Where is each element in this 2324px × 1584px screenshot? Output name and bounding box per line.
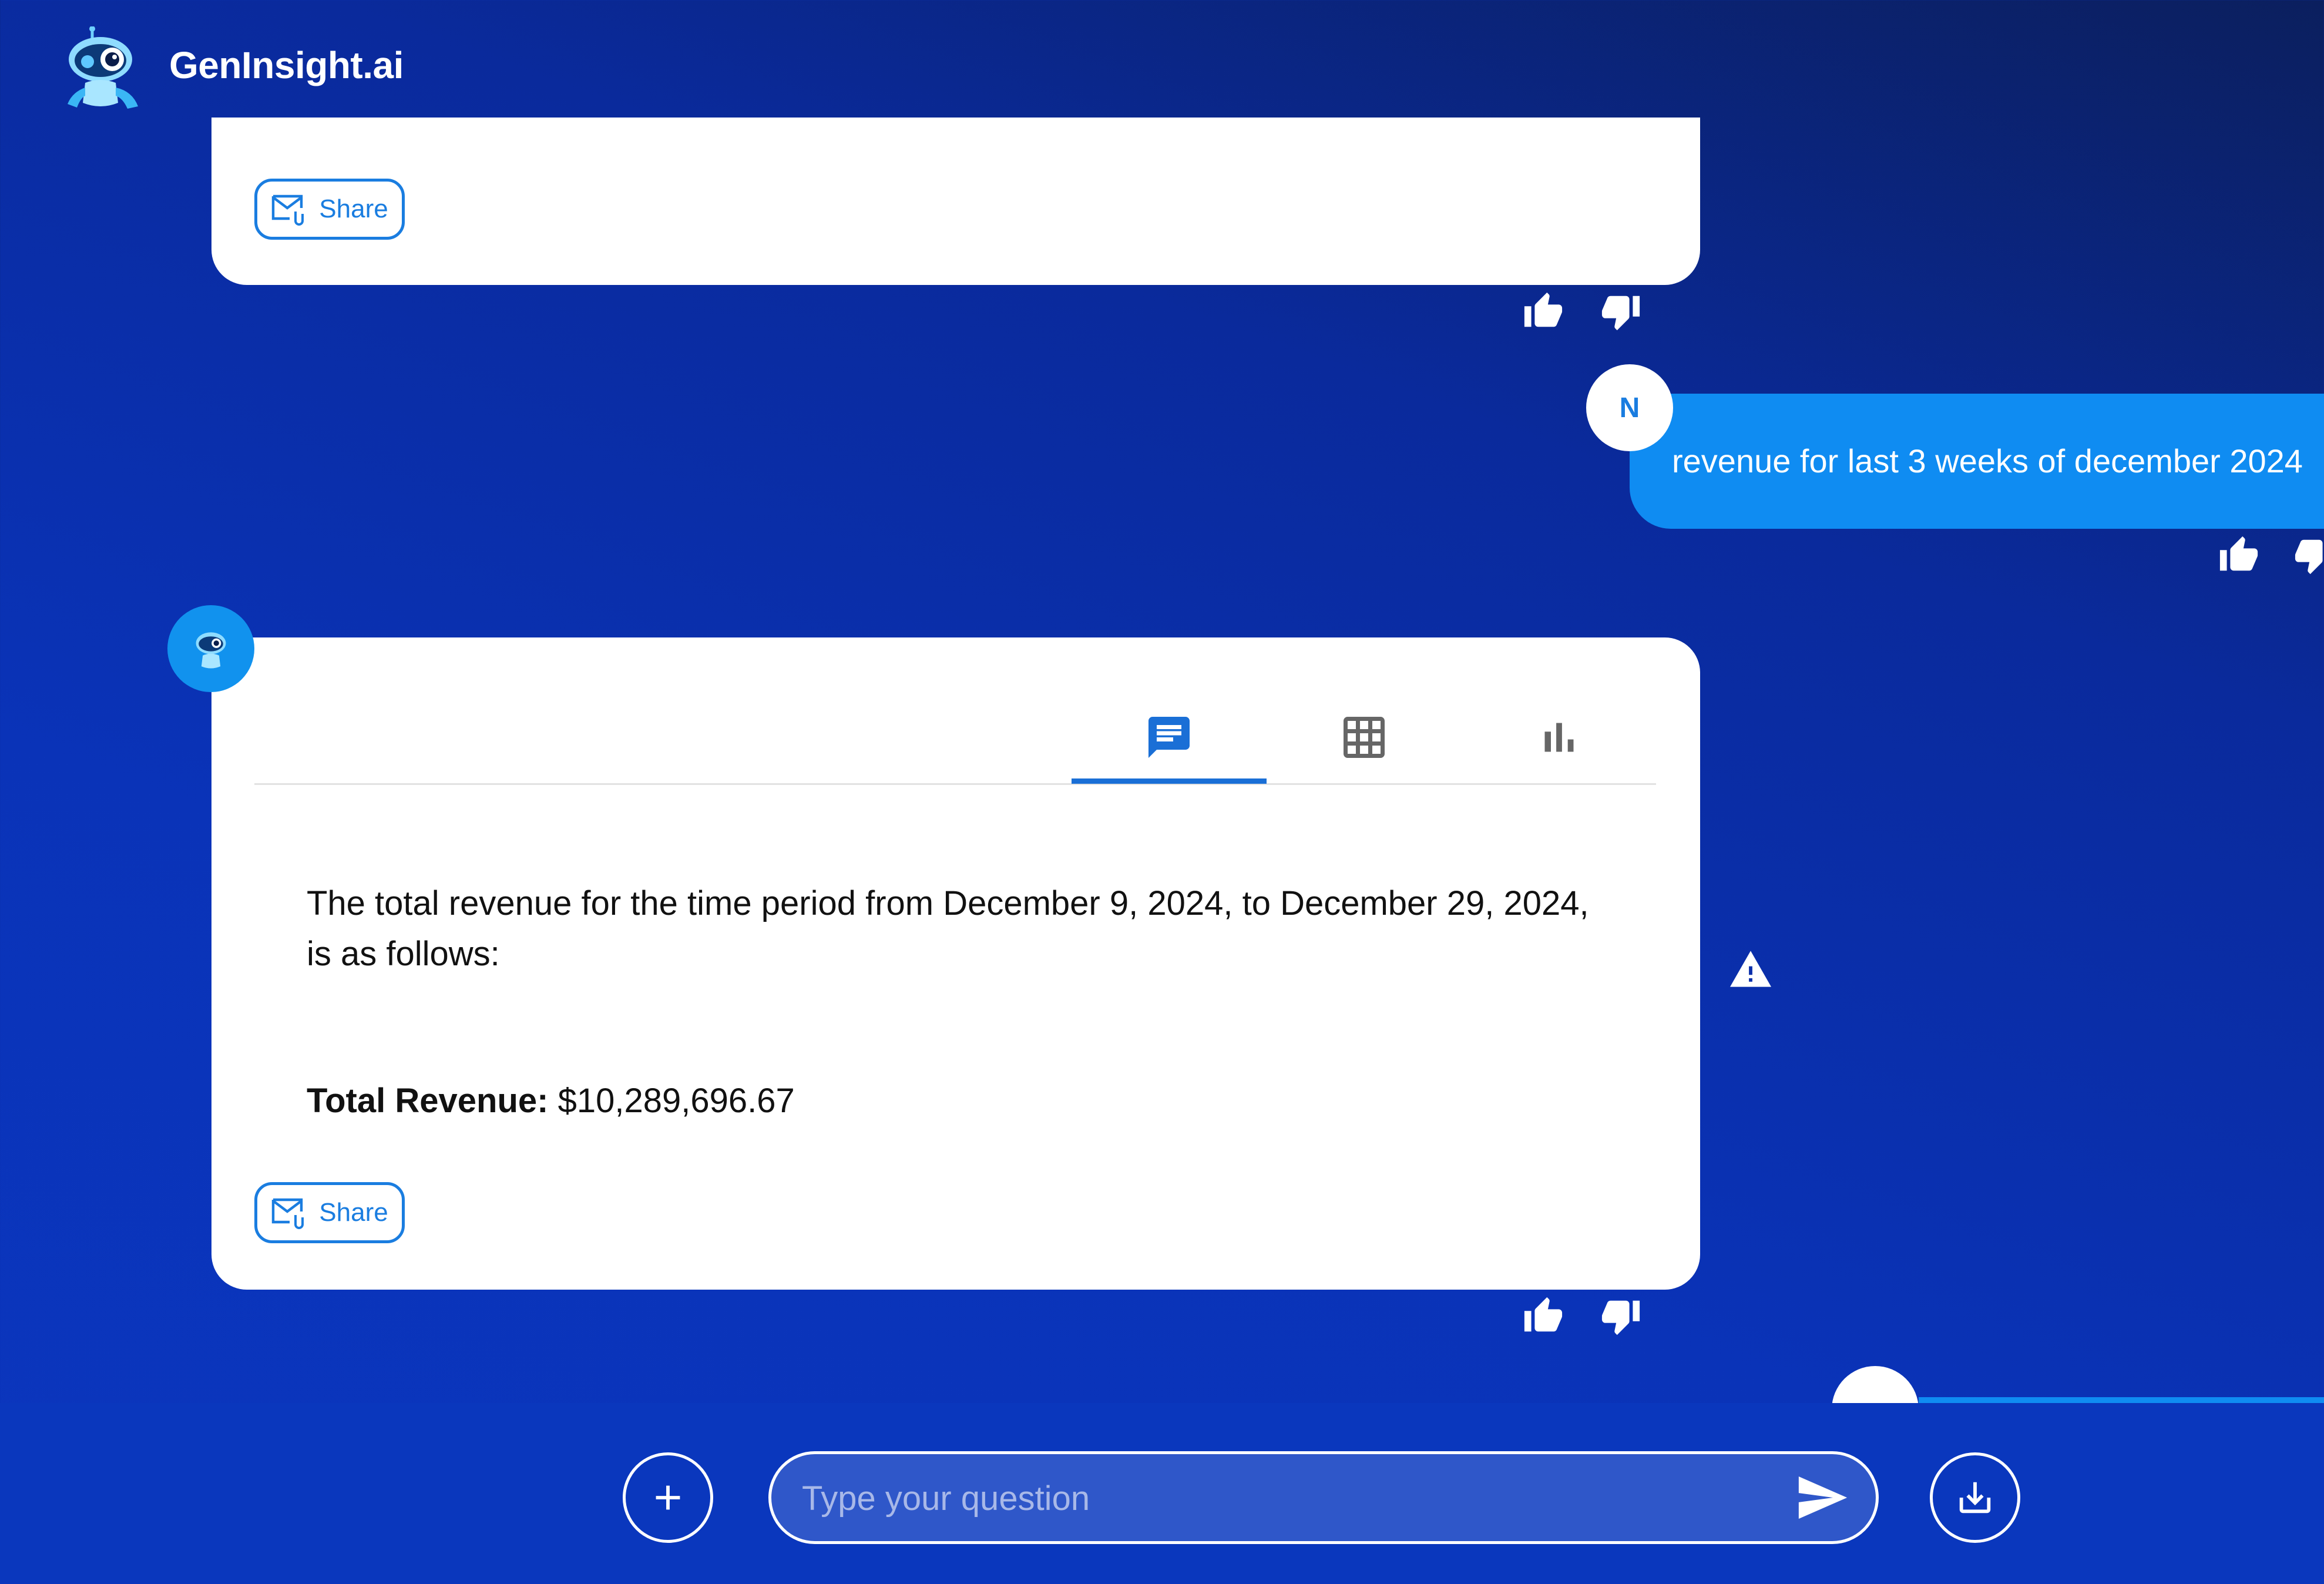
bar-chart-icon: [1544, 723, 1574, 752]
question-input-container: [768, 1451, 1879, 1544]
robot-logo-icon: [62, 26, 144, 115]
total-revenue-label: Total Revenue:: [307, 1082, 549, 1120]
tab-text-view[interactable]: [1072, 693, 1267, 781]
previous-bot-message-card: [211, 118, 1700, 285]
chat-icon: [1148, 717, 1190, 758]
share-button-label: Share: [319, 194, 388, 223]
new-chat-button[interactable]: [623, 1452, 713, 1543]
download-button[interactable]: [1930, 1452, 2020, 1543]
robot-avatar-icon: [196, 632, 226, 669]
grid-icon: [1344, 717, 1385, 758]
thumbs-down-icon[interactable]: [1598, 1296, 1644, 1337]
tab-table-view[interactable]: [1267, 693, 1462, 781]
thumbs-up-icon[interactable]: [1520, 291, 1566, 332]
active-tab-indicator: [1072, 778, 1267, 784]
total-revenue-value: $10,289,696.67: [558, 1082, 795, 1120]
mail-attach-icon: [272, 194, 304, 226]
mail-attach-icon: [272, 1198, 304, 1229]
user-avatar: N: [1586, 364, 1673, 451]
brand-title: GenInsight.ai: [169, 44, 404, 86]
plus-icon: [656, 1485, 680, 1510]
thumbs-up-icon[interactable]: [1520, 1296, 1566, 1337]
share-button[interactable]: Share: [254, 179, 405, 240]
total-revenue-line: Total Revenue: $10,289,696.67: [307, 1081, 795, 1120]
bot-avatar: [167, 605, 254, 692]
share-button[interactable]: Share: [254, 1182, 405, 1243]
share-button-label: Share: [319, 1198, 388, 1227]
question-input[interactable]: [801, 1454, 1743, 1542]
download-icon: [1959, 1482, 1991, 1513]
send-icon: [1798, 1476, 1848, 1519]
bot-message-text: The total revenue for the time period fr…: [307, 884, 1589, 973]
thumbs-up-icon[interactable]: [2216, 535, 2262, 576]
thumbs-down-icon[interactable]: [2291, 535, 2324, 576]
thumbs-down-icon[interactable]: [1598, 291, 1644, 332]
user-message-bubble-edge: [1919, 1397, 2324, 1403]
send-button[interactable]: [1798, 1476, 1848, 1519]
tab-divider: [254, 783, 1656, 785]
user-message-bubble: revenue for last 3 weeks of december 202…: [1630, 394, 2324, 529]
warning-icon[interactable]: [1730, 951, 1771, 987]
tab-chart-view[interactable]: [1462, 693, 1657, 781]
